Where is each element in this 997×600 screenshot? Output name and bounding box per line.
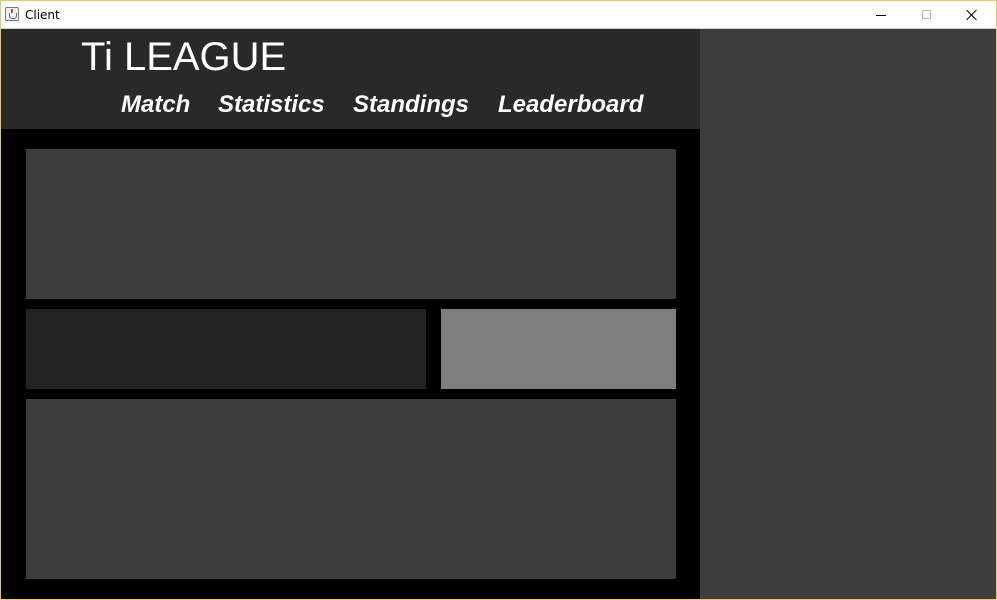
side-panel (700, 29, 996, 599)
brand-title: Ti LEAGUE (81, 35, 287, 79)
top-panel (26, 149, 676, 299)
maximize-button[interactable] (904, 1, 950, 28)
minimize-icon (876, 15, 886, 16)
app-window: Client Ti LEAGUE Match Statistics Standi… (0, 0, 997, 600)
client-area: Ti LEAGUE Match Statistics Standings Lea… (1, 29, 996, 599)
maximize-icon (922, 10, 931, 19)
middle-right-panel (441, 309, 676, 389)
header: Ti LEAGUE Match Statistics Standings Lea… (1, 29, 700, 129)
java-cup-shape (9, 13, 17, 19)
close-icon (966, 9, 978, 21)
nav-leaderboard[interactable]: Leaderboard (498, 91, 643, 119)
window-title: Client (25, 8, 60, 22)
bottom-panel (26, 399, 676, 579)
close-button[interactable] (950, 1, 996, 28)
nav-match[interactable]: Match (121, 91, 190, 119)
middle-left-panel (26, 309, 426, 389)
java-icon[interactable] (5, 7, 19, 21)
nav-statistics[interactable]: Statistics (218, 91, 325, 119)
nav-standings[interactable]: Standings (353, 91, 469, 119)
minimize-button[interactable] (858, 1, 904, 28)
title-bar[interactable]: Client (1, 1, 996, 29)
